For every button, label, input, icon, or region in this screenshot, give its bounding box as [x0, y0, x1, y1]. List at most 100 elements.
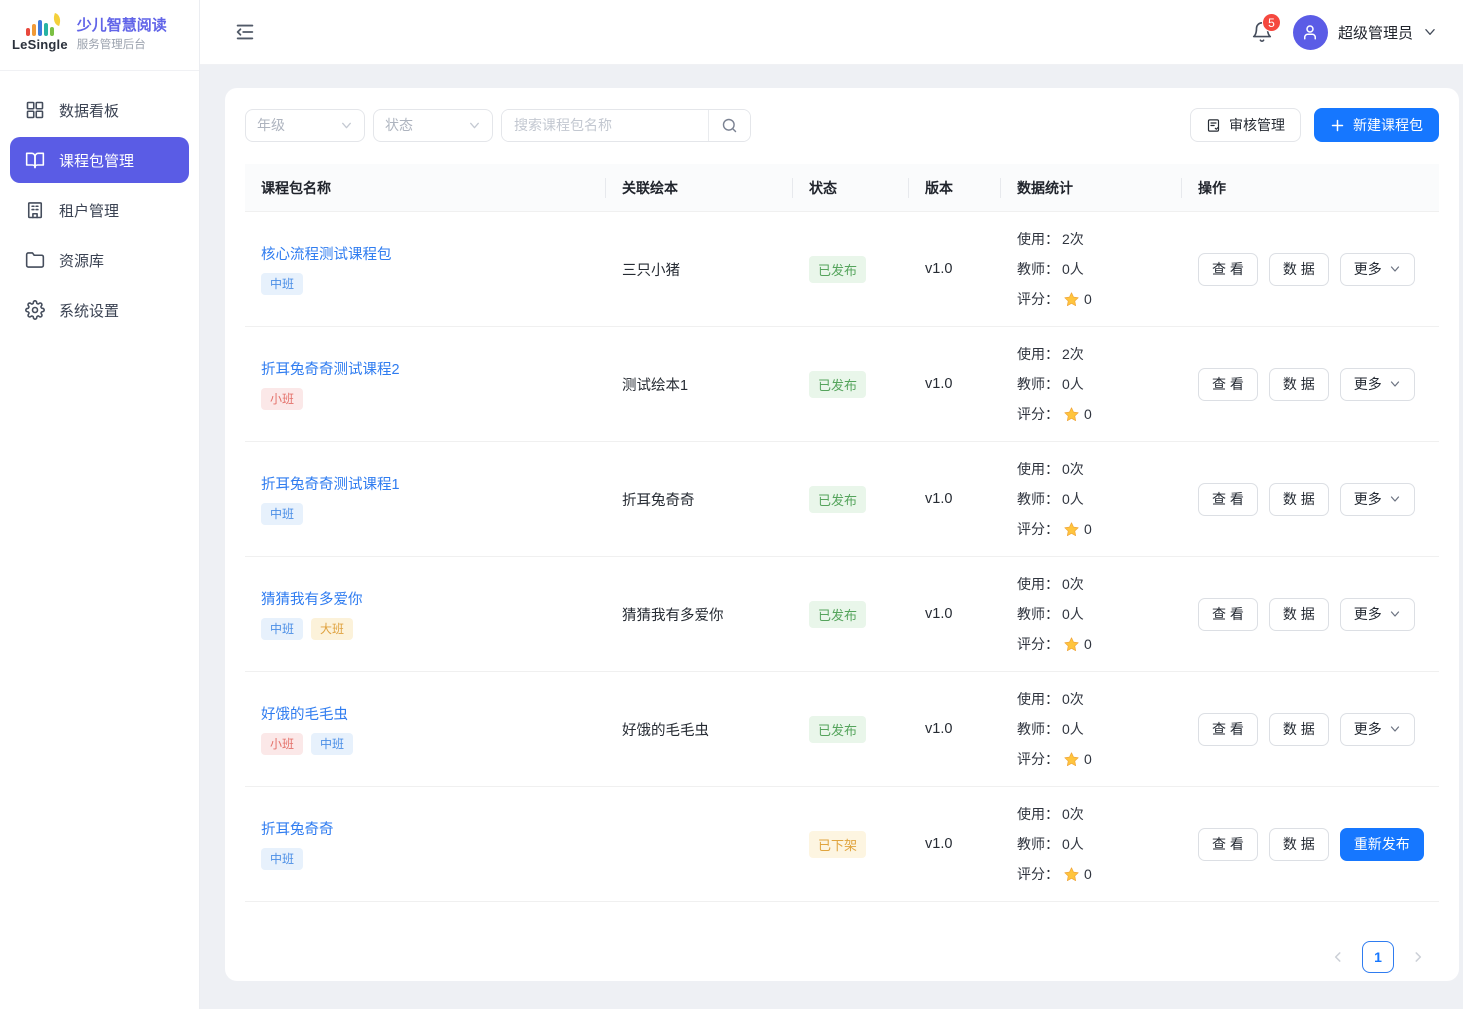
review-management-button[interactable]: 审核管理	[1190, 108, 1301, 142]
stat-rating: 评分：0	[1017, 629, 1182, 659]
table-row: 折耳兔奇奇中班已下架v1.0使用：0次教师：0人评分：0查 看数 据重新发布	[245, 787, 1439, 902]
data-button[interactable]: 数 据	[1269, 828, 1329, 861]
view-button[interactable]: 查 看	[1198, 483, 1258, 516]
top-bar: 5 超级管理员	[200, 0, 1463, 65]
column-header-book: 关联绘本	[606, 178, 793, 198]
sidebar-item-label: 数据看板	[59, 100, 119, 121]
grade-tag: 中班	[261, 273, 303, 295]
table-row: 好饿的毛毛虫小班中班好饿的毛毛虫已发布v1.0使用：0次教师：0人评分：0查 看…	[245, 672, 1439, 787]
table-header: 课程包名称 关联绘本 状态 版本 数据统计 操作	[245, 164, 1439, 212]
stat-teachers: 教师：0人	[1017, 599, 1182, 629]
stat-usage: 使用：0次	[1017, 684, 1182, 714]
stat-teachers: 教师：0人	[1017, 714, 1182, 744]
version-cell: v1.0	[925, 836, 952, 852]
filter-toolbar: 年级 状态	[245, 108, 1439, 142]
chevron-down-icon	[1389, 263, 1401, 275]
chevron-down-icon	[1389, 608, 1401, 620]
chevron-down-icon	[468, 119, 481, 132]
book-cell: 三只小猪	[622, 263, 680, 279]
sidebar-item-1[interactable]: 数据看板	[10, 87, 189, 133]
notification-bell-icon[interactable]: 5	[1251, 21, 1273, 43]
table-row: 折耳兔奇奇测试课程1中班折耳兔奇奇已发布v1.0使用：0次教师：0人评分：0查 …	[245, 442, 1439, 557]
version-cell: v1.0	[925, 376, 952, 392]
book-icon	[25, 150, 45, 170]
search-icon[interactable]	[708, 110, 750, 141]
sidebar-item-label: 资源库	[59, 250, 104, 271]
sidebar-item-3[interactable]: 租户管理	[10, 187, 189, 233]
status-badge: 已发布	[809, 256, 866, 283]
next-page-icon[interactable]	[1411, 950, 1425, 964]
stat-teachers: 教师：0人	[1017, 254, 1182, 284]
package-name-link[interactable]: 猜猜我有多爱你	[261, 588, 363, 609]
search-input[interactable]	[502, 110, 708, 141]
grade-tag: 中班	[261, 848, 303, 870]
sidebar-item-2[interactable]: 课程包管理	[10, 137, 189, 183]
prev-page-icon[interactable]	[1331, 950, 1345, 964]
book-cell: 折耳兔奇奇	[622, 493, 695, 509]
pagination: 1	[245, 917, 1439, 981]
status-badge: 已发布	[809, 716, 866, 743]
chevron-down-icon	[340, 119, 353, 132]
grade-filter-placeholder: 年级	[257, 115, 285, 135]
audit-icon	[1206, 118, 1221, 133]
view-button[interactable]: 查 看	[1198, 368, 1258, 401]
user-menu[interactable]: 超级管理员	[1293, 15, 1437, 50]
grade-tag: 大班	[311, 618, 353, 640]
more-button[interactable]: 更多	[1340, 713, 1415, 746]
package-name-link[interactable]: 折耳兔奇奇测试课程2	[261, 358, 400, 379]
view-button[interactable]: 查 看	[1198, 598, 1258, 631]
stat-rating: 评分：0	[1017, 514, 1182, 544]
brand-title: 少儿智慧阅读	[77, 16, 167, 36]
stat-rating: 评分：0	[1017, 744, 1182, 774]
package-name-link[interactable]: 折耳兔奇奇测试课程1	[261, 473, 400, 494]
data-button[interactable]: 数 据	[1269, 598, 1329, 631]
sidebar-item-label: 租户管理	[59, 200, 119, 221]
package-name-link[interactable]: 核心流程测试课程包	[261, 243, 392, 264]
chevron-down-icon	[1389, 378, 1401, 390]
stat-rating: 评分：0	[1017, 399, 1182, 429]
data-button[interactable]: 数 据	[1269, 483, 1329, 516]
stat-usage: 使用：0次	[1017, 569, 1182, 599]
version-cell: v1.0	[925, 491, 952, 507]
grade-tag: 小班	[261, 388, 303, 410]
status-badge: 已发布	[809, 601, 866, 628]
column-header-version: 版本	[909, 178, 1001, 198]
create-package-button[interactable]: 新建课程包	[1314, 108, 1439, 142]
plus-icon	[1330, 118, 1345, 133]
status-filter-placeholder: 状态	[385, 115, 413, 135]
grade-tag: 中班	[311, 733, 353, 755]
table-row: 猜猜我有多爱你中班大班猜猜我有多爱你已发布v1.0使用：0次教师：0人评分：0查…	[245, 557, 1439, 672]
menu-fold-icon[interactable]	[234, 21, 256, 43]
search-box	[501, 109, 751, 142]
view-button[interactable]: 查 看	[1198, 828, 1258, 861]
building-icon	[25, 200, 45, 220]
stat-teachers: 教师：0人	[1017, 369, 1182, 399]
status-filter-select[interactable]: 状态	[373, 109, 493, 142]
more-button[interactable]: 更多	[1340, 368, 1415, 401]
package-name-link[interactable]: 折耳兔奇奇	[261, 818, 334, 839]
chevron-down-icon	[1389, 723, 1401, 735]
package-name-link[interactable]: 好饿的毛毛虫	[261, 703, 348, 724]
course-package-table: 课程包名称 关联绘本 状态 版本 数据统计 操作 核心流程测试课程包中班三只小猪…	[245, 164, 1439, 917]
table-body: 核心流程测试课程包中班三只小猪已发布v1.0使用：2次教师：0人评分：0查 看数…	[245, 212, 1439, 902]
republish-button[interactable]: 重新发布	[1340, 828, 1424, 861]
more-button[interactable]: 更多	[1340, 483, 1415, 516]
data-button[interactable]: 数 据	[1269, 253, 1329, 286]
data-button[interactable]: 数 据	[1269, 368, 1329, 401]
view-button[interactable]: 查 看	[1198, 253, 1258, 286]
column-header-status: 状态	[793, 178, 909, 198]
more-button[interactable]: 更多	[1340, 598, 1415, 631]
sidebar-item-4[interactable]: 资源库	[10, 237, 189, 283]
view-button[interactable]: 查 看	[1198, 713, 1258, 746]
sidebar-item-label: 课程包管理	[59, 150, 134, 171]
page-number-1[interactable]: 1	[1362, 941, 1394, 973]
sidebar-item-label: 系统设置	[59, 300, 119, 321]
stat-teachers: 教师：0人	[1017, 829, 1182, 859]
version-cell: v1.0	[925, 606, 952, 622]
data-button[interactable]: 数 据	[1269, 713, 1329, 746]
sidebar-item-5[interactable]: 系统设置	[10, 287, 189, 333]
more-button[interactable]: 更多	[1340, 253, 1415, 286]
chevron-down-icon	[1423, 25, 1437, 39]
status-badge: 已下架	[809, 831, 866, 858]
grade-filter-select[interactable]: 年级	[245, 109, 365, 142]
